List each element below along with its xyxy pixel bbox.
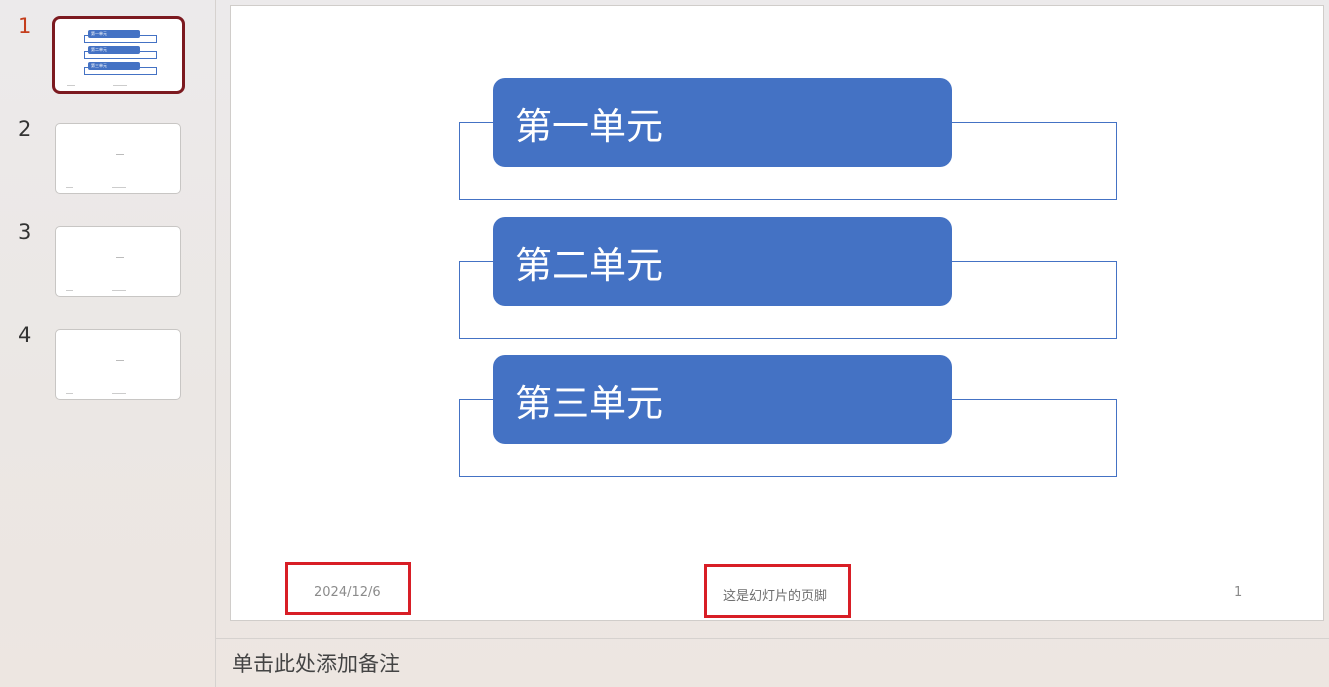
slide-thumbnail-4[interactable] xyxy=(55,329,181,400)
mini-placeholder-mark xyxy=(115,257,124,259)
mini-unit-bar: 第一单元 xyxy=(88,30,140,38)
mini-footer-mark xyxy=(112,187,126,188)
unit-title-3[interactable]: 第三单元 xyxy=(493,355,952,444)
mini-placeholder-mark xyxy=(115,154,124,156)
mini-footer-mark xyxy=(66,393,73,394)
notes-placeholder[interactable]: 单击此处添加备注 xyxy=(232,648,400,678)
presentation-editor: 1 第一单元 第二单元 第三单元 2 3 4 第一单元 第二单元 第三单元 20… xyxy=(0,0,1329,687)
slide-thumbnail-2[interactable] xyxy=(55,123,181,194)
slide-number-4: 4 xyxy=(18,323,32,347)
mini-footer-mark xyxy=(112,393,126,394)
mini-footer-mark xyxy=(112,290,126,291)
mini-unit-bar: 第三单元 xyxy=(88,62,140,70)
mini-placeholder-mark xyxy=(115,360,124,362)
footer-date[interactable]: 2024/12/6 xyxy=(314,585,381,600)
mini-footer-mark xyxy=(67,85,75,86)
slide-number-1: 1 xyxy=(18,14,32,38)
footer-page-number[interactable]: 1 xyxy=(1234,585,1242,600)
mini-unit-bar: 第二单元 xyxy=(88,46,140,54)
slide-thumbnail-1[interactable]: 第一单元 第二单元 第三单元 xyxy=(52,16,185,94)
unit-title-1[interactable]: 第一单元 xyxy=(493,78,952,167)
slide-number-2: 2 xyxy=(18,117,32,141)
mini-footer-mark xyxy=(66,187,73,188)
mini-footer-mark xyxy=(66,290,73,291)
slide-canvas[interactable]: 第一单元 第二单元 第三单元 2024/12/6 这是幻灯片的页脚 1 xyxy=(230,5,1324,621)
unit-title-2[interactable]: 第二单元 xyxy=(493,217,952,306)
slide-thumbnail-3[interactable] xyxy=(55,226,181,297)
notes-divider[interactable] xyxy=(216,638,1329,639)
slide-thumbnail-pane[interactable]: 1 第一单元 第二单元 第三单元 2 3 4 xyxy=(0,0,216,687)
footer-text[interactable]: 这是幻灯片的页脚 xyxy=(723,585,827,604)
mini-footer-mark xyxy=(113,85,127,86)
slide-number-3: 3 xyxy=(18,220,32,244)
